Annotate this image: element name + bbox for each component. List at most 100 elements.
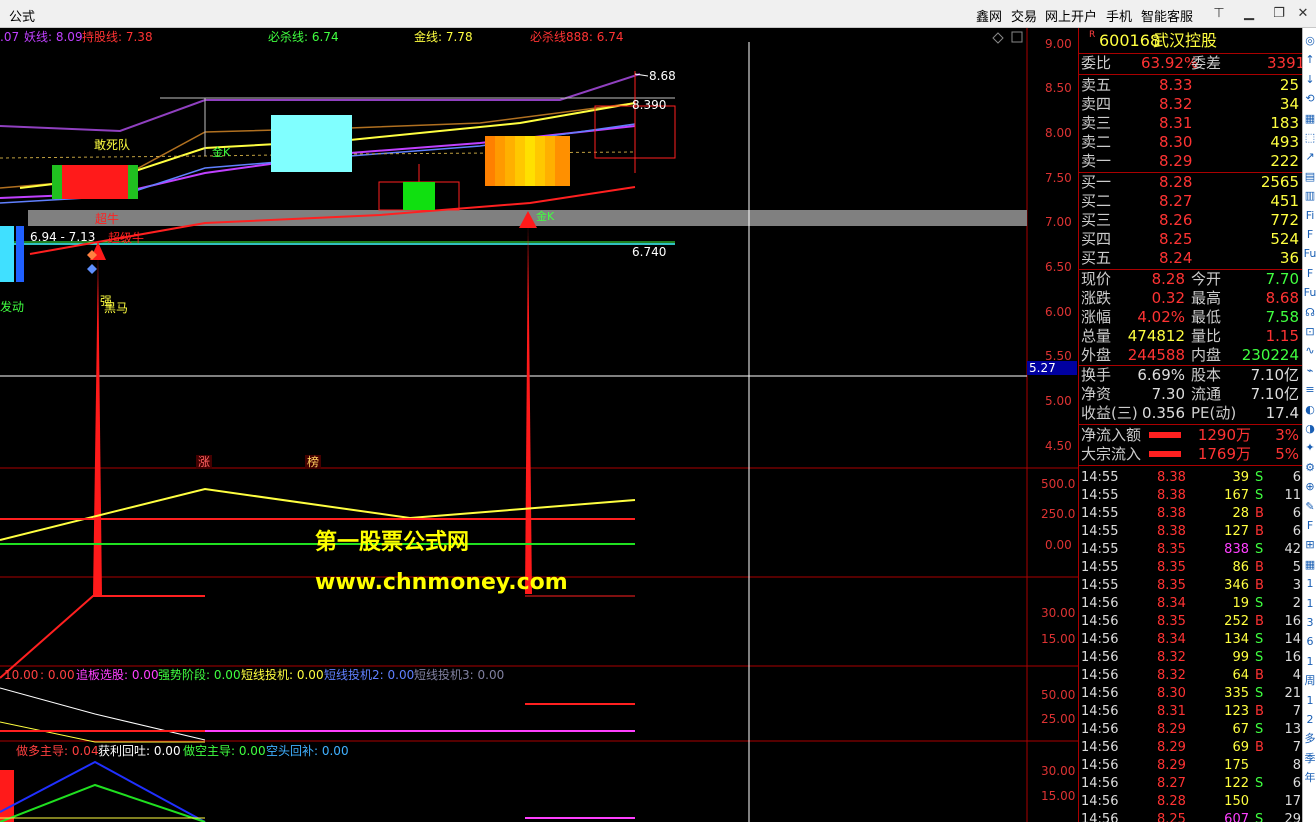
tick-row[interactable]: 14:56 8.25 607 S 29 xyxy=(1079,811,1303,822)
toolbar-icon[interactable]: 1 xyxy=(1303,692,1316,710)
toolbar-icon[interactable]: ↓ xyxy=(1303,71,1316,89)
toolbar-icon[interactable]: ▦ xyxy=(1303,556,1316,574)
stat-label: 涨跌 xyxy=(1081,289,1112,307)
tick-row[interactable]: 14:56 8.34 134 S 14 xyxy=(1079,631,1303,649)
panel2-tick: 250.0 xyxy=(1041,507,1076,521)
toolbar-icon[interactable]: ◑ xyxy=(1303,420,1316,438)
tick-row[interactable]: 14:56 8.29 175 8 xyxy=(1079,757,1303,775)
tick-count: 14 xyxy=(1284,632,1301,647)
stock-name[interactable]: 武汉控股 xyxy=(1153,30,1217,52)
toolbar-icon[interactable]: ◎ xyxy=(1303,32,1316,50)
toolbar-icon[interactable]: ⊞ xyxy=(1303,536,1316,554)
tick-count: 21 xyxy=(1284,686,1301,701)
toolbar-icon[interactable]: ◐ xyxy=(1303,401,1316,419)
toolbar-icon[interactable]: ⟲ xyxy=(1303,90,1316,108)
super-bull-label: 超牛 xyxy=(95,212,120,226)
panel5-legend-1: 获利回吐: 0.00 xyxy=(98,744,181,758)
close-icon[interactable]: ✕ xyxy=(1292,3,1314,25)
stat-value: 8.68 xyxy=(1265,289,1299,307)
tick-row[interactable]: 14:56 8.32 99 S 16 xyxy=(1079,649,1303,667)
toolbar-icon[interactable]: ✦ xyxy=(1303,439,1316,457)
tick-volume: 346 xyxy=(1224,578,1249,593)
toolbar-icon[interactable]: ▥ xyxy=(1303,187,1316,205)
tick-row[interactable]: 14:56 8.29 67 S 13 xyxy=(1079,721,1303,739)
toolbar-icon[interactable]: ⚙ xyxy=(1303,459,1316,477)
tick-row[interactable]: 14:55 8.35 346 B 3 xyxy=(1079,577,1303,595)
toolbar-icon[interactable]: ✎ xyxy=(1303,498,1316,516)
tick-row[interactable]: 14:56 8.29 69 B 7 xyxy=(1079,739,1303,757)
toolbar-icon[interactable]: Fu xyxy=(1303,284,1316,302)
tick-price: 8.29 xyxy=(1157,722,1186,737)
stock-code[interactable]: 600168 xyxy=(1099,30,1160,52)
toolbar-icon[interactable]: ▦ xyxy=(1303,110,1316,128)
bid-price: 8.27 xyxy=(1159,192,1193,210)
support-label: 6.740 xyxy=(632,245,667,259)
ask-volume: 34 xyxy=(1279,95,1299,113)
panel-toggle-icon xyxy=(1011,31,1023,43)
toolbar-icon[interactable]: ⌁ xyxy=(1303,362,1316,380)
stat-value: 244588 xyxy=(1127,346,1185,364)
tick-row[interactable]: 14:55 8.38 127 B 6 xyxy=(1079,523,1303,541)
pin-icon[interactable]: ⊤ xyxy=(1208,3,1230,25)
tick-side: B xyxy=(1255,524,1264,539)
toolbar-icon[interactable]: 1 xyxy=(1303,575,1316,593)
ask-price: 8.32 xyxy=(1159,95,1193,113)
tick-volume: 39 xyxy=(1232,470,1249,485)
toolbar-icon[interactable]: Fi xyxy=(1303,207,1316,225)
toolbar-icon[interactable]: 季 xyxy=(1303,750,1316,768)
tick-row[interactable]: 14:56 8.28 150 17 xyxy=(1079,793,1303,811)
panel4-legend-5: 短线投机2: 0.00 xyxy=(324,668,415,682)
flow-pct: 3% xyxy=(1275,426,1299,444)
toolbar-icon[interactable]: 6 xyxy=(1303,633,1316,651)
tick-row[interactable]: 14:56 8.34 19 S 2 xyxy=(1079,595,1303,613)
toolbar-icon[interactable]: ↗ xyxy=(1303,148,1316,166)
tick-row[interactable]: 14:56 8.32 64 B 4 xyxy=(1079,667,1303,685)
toolbar-icon[interactable]: F xyxy=(1303,265,1316,283)
tick-row[interactable]: 14:55 8.38 28 B 6 xyxy=(1079,505,1303,523)
window-title: 公式 xyxy=(9,10,36,25)
panel4-legend-6: 短线投机3: 0.00 xyxy=(414,668,505,682)
toolbar-icon[interactable]: ∿ xyxy=(1303,342,1316,360)
toolbar-icon[interactable]: 1 xyxy=(1303,595,1316,613)
toolbar-icon[interactable]: 多 xyxy=(1303,730,1316,748)
toolbar-icon[interactable]: ☊ xyxy=(1303,304,1316,322)
toolbar-icon[interactable]: 年 xyxy=(1303,769,1316,787)
bid-price: 8.28 xyxy=(1159,173,1193,191)
menu-xinwang[interactable]: 鑫网 xyxy=(976,6,1002,25)
toolbar-icon[interactable]: ▤ xyxy=(1303,168,1316,186)
toolbar-icon[interactable]: F xyxy=(1303,226,1316,244)
toolbar-icon[interactable]: F xyxy=(1303,517,1316,535)
stat-label: 最低 xyxy=(1191,308,1222,326)
tick-row[interactable]: 14:55 8.38 167 S 11 xyxy=(1079,487,1303,505)
bid-row: 买一 8.28 2565 xyxy=(1079,173,1303,192)
minimize-icon[interactable]: ▁ xyxy=(1238,3,1260,25)
tick-row[interactable]: 14:55 8.35 838 S 42 xyxy=(1079,541,1303,559)
dare-to-die-label: 敢死队 xyxy=(94,138,131,152)
toolbar-icon[interactable]: ↑ xyxy=(1303,51,1316,69)
tick-row[interactable]: 14:55 8.35 86 B 5 xyxy=(1079,559,1303,577)
toolbar-icon[interactable]: 周 xyxy=(1303,672,1316,690)
stat2-value: 7.10亿 xyxy=(1250,385,1299,403)
tick-row[interactable]: 14:56 8.27 122 S 6 xyxy=(1079,775,1303,793)
toolbar-icon[interactable]: ⊕ xyxy=(1303,478,1316,496)
tick-time: 14:55 xyxy=(1081,542,1119,557)
menu-trade[interactable]: 交易 xyxy=(1011,6,1037,25)
toolbar-icon[interactable]: ⊡ xyxy=(1303,323,1316,341)
toolbar-icon[interactable]: Fu xyxy=(1303,245,1316,263)
toolbar-icon[interactable]: ≡ xyxy=(1303,381,1316,399)
toolbar-icon[interactable]: ⬚ xyxy=(1303,129,1316,147)
tick-row[interactable]: 14:56 8.31 123 B 7 xyxy=(1079,703,1303,721)
kline-chart[interactable]: .07 妖线: 8.09 持股线: 7.38 必杀线: 6.74 金线: 7.7… xyxy=(0,28,1078,822)
restore-icon[interactable]: ❐ xyxy=(1268,3,1290,25)
toolbar-icon[interactable]: 2 xyxy=(1303,711,1316,729)
menu-open-account[interactable]: 网上开户 xyxy=(1045,6,1097,25)
menu-customer-service[interactable]: 智能客服 xyxy=(1141,6,1193,25)
tick-count: 11 xyxy=(1284,488,1301,503)
toolbar-icon[interactable]: 3 xyxy=(1303,614,1316,632)
tick-row[interactable]: 14:56 8.35 252 B 16 xyxy=(1079,613,1303,631)
chart-canvas[interactable] xyxy=(0,28,1078,822)
tick-row[interactable]: 14:55 8.38 39 S 6 xyxy=(1079,469,1303,487)
menu-mobile[interactable]: 手机 xyxy=(1106,6,1132,25)
toolbar-icon[interactable]: 1 xyxy=(1303,653,1316,671)
tick-row[interactable]: 14:56 8.30 335 S 21 xyxy=(1079,685,1303,703)
